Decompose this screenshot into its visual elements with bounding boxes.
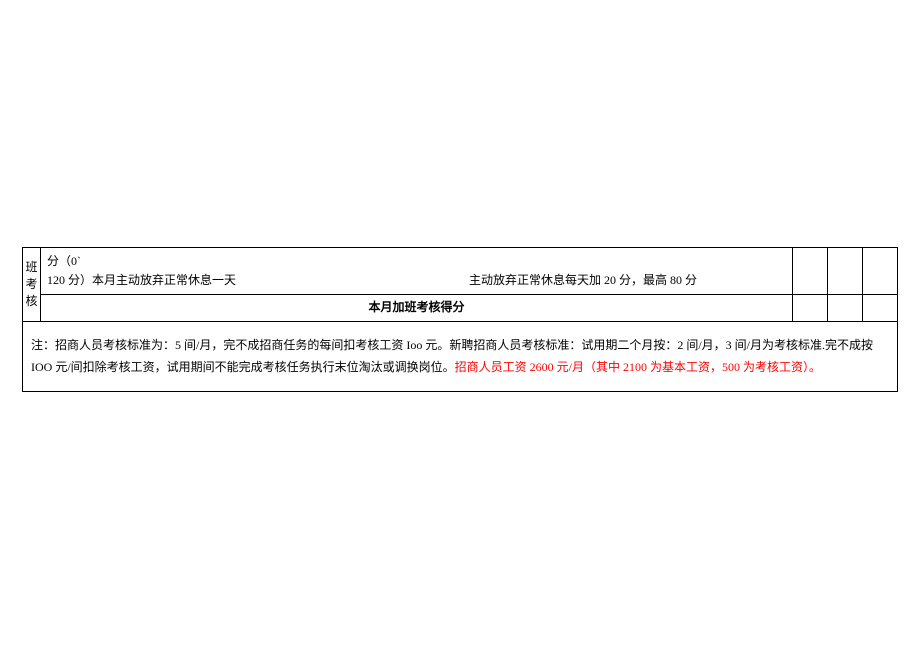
overtime-subtotal-label: 本月加班考核得分 bbox=[41, 295, 793, 321]
score-cell-2 bbox=[828, 248, 863, 295]
subtotal-cell-1 bbox=[793, 295, 828, 321]
note-highlight: 招商人员工资 2600 元/月（其中 2100 为基本工资，500 为考核工资）… bbox=[455, 360, 821, 374]
score-cell-1 bbox=[793, 248, 828, 295]
overtime-content: 分（0` 120 分）本月主动放弃正常休息一天 主动放弃正常休息每天加 20 分… bbox=[41, 248, 793, 295]
score-range-line: 分（0` bbox=[47, 254, 81, 268]
subtotal-cell-3 bbox=[863, 295, 898, 321]
score-cell-3 bbox=[863, 248, 898, 295]
note-cell: 注：招商人员考核标准为：5 间/月，完不成招商任务的每间扣考核工资 Ioo 元。… bbox=[23, 321, 898, 392]
note-row: 注：招商人员考核标准为：5 间/月，完不成招商任务的每间扣考核工资 Ioo 元。… bbox=[23, 321, 898, 392]
assessment-table-fragment: 班考核 分（0` 120 分）本月主动放弃正常休息一天 主动放弃正常休息每天加 … bbox=[22, 247, 898, 392]
assessment-table: 班考核 分（0` 120 分）本月主动放弃正常休息一天 主动放弃正常休息每天加 … bbox=[22, 247, 898, 392]
overtime-subtotal-row: 本月加班考核得分 bbox=[23, 295, 898, 321]
rule-part1: 120 分）本月主动放弃正常休息一天 bbox=[47, 273, 236, 287]
overtime-row: 班考核 分（0` 120 分）本月主动放弃正常休息一天 主动放弃正常休息每天加 … bbox=[23, 248, 898, 295]
subtotal-cell-2 bbox=[828, 295, 863, 321]
row-header-overtime: 班考核 bbox=[23, 248, 41, 322]
rule-part2: 主动放弃正常休息每天加 20 分，最高 80 分 bbox=[469, 271, 697, 290]
